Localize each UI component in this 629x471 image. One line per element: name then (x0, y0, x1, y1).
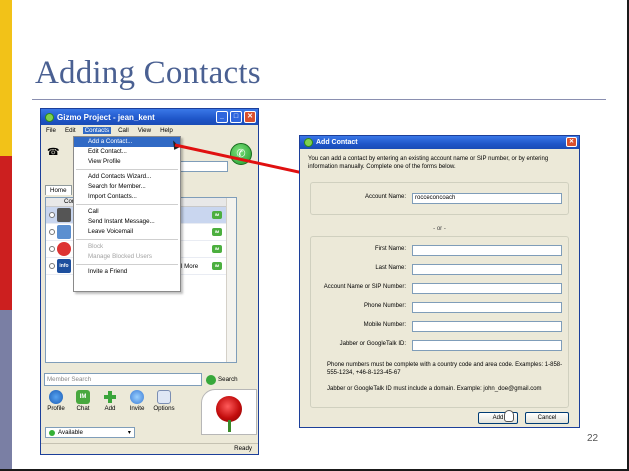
account-name-group: Account Name: rocceconcoach (310, 182, 569, 215)
manual-entry-group: First Name: Last Name: Account Name or S… (310, 236, 569, 408)
slide-number: 22 (587, 433, 599, 444)
mobile-number-label: Mobile Number: (363, 322, 406, 328)
cancel-button[interactable]: Cancel (525, 412, 569, 424)
dialog-close-button[interactable]: ✕ (566, 137, 577, 147)
account-name-field[interactable]: rocceconcoach (412, 193, 562, 204)
dialog-title: Add Contact (316, 139, 358, 146)
first-name-label: First Name: (374, 246, 406, 252)
jabber-format-note: Jabber or GoogleTalk ID must include a d… (327, 386, 542, 392)
account-name-label: Account Name: (364, 194, 406, 200)
first-name-field[interactable] (412, 245, 562, 256)
jabber-id-label: Jabber or GoogleTalk ID: (339, 341, 406, 347)
dialog-app-icon (304, 138, 313, 147)
last-name-label: Last Name: (375, 265, 406, 271)
account-sip-label: Account Name or SIP Number: (323, 284, 406, 290)
hand-cursor-icon (504, 410, 514, 422)
slide: Adding Contacts Gizmo Project - jean_ken… (0, 0, 629, 471)
mobile-number-field[interactable] (412, 321, 562, 332)
dialog-intro: You can add a contact by entering an exi… (308, 156, 549, 170)
phone-number-label: Phone Number: (363, 303, 406, 309)
jabber-id-field[interactable] (412, 340, 562, 351)
or-separator: - or - (433, 226, 446, 232)
add-contact-dialog: Add Contact ✕ You can add a contact by e… (299, 135, 580, 428)
phone-number-field[interactable] (412, 302, 562, 313)
dialog-titlebar[interactable]: Add Contact ✕ (300, 136, 579, 149)
account-sip-field[interactable] (412, 283, 562, 294)
phone-format-note: Phone numbers must be complete with a co… (327, 362, 563, 376)
last-name-field[interactable] (412, 264, 562, 275)
